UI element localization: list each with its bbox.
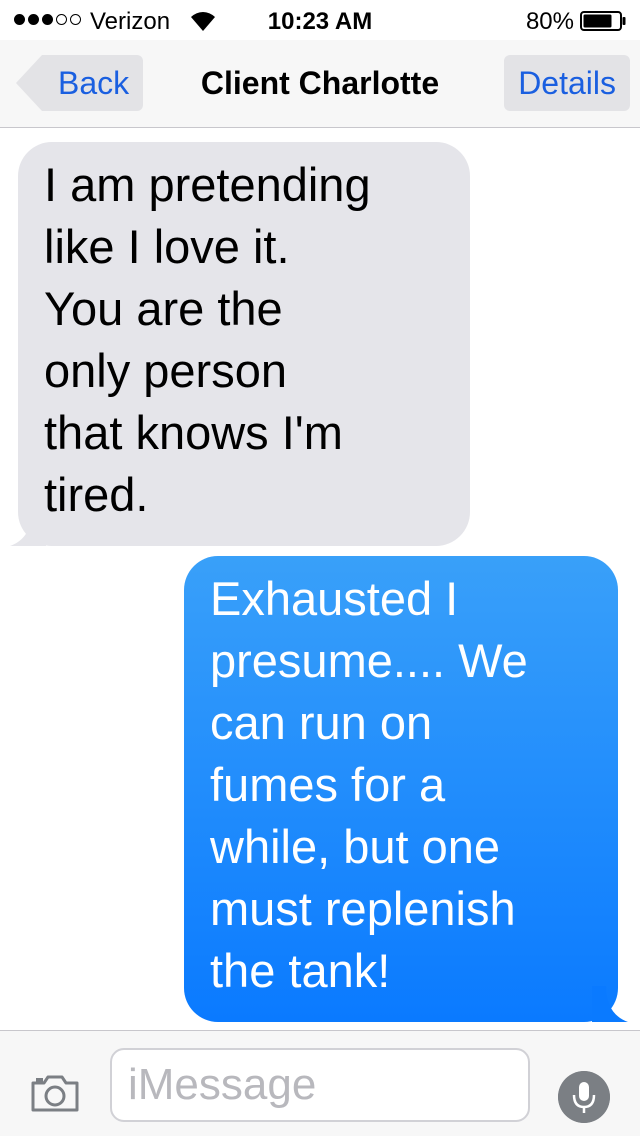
message-input[interactable]: iMessage xyxy=(110,1048,530,1122)
incoming-message[interactable]: I am pretending like I love it. You are … xyxy=(10,142,470,546)
compose-bar: iMessage xyxy=(0,1030,640,1136)
navigation-bar: Back Client Charlotte Details xyxy=(0,40,640,128)
message-list: I am pretending like I love it. You are … xyxy=(0,128,640,1030)
battery-percent: 80% xyxy=(525,8,574,35)
bubble-tail xyxy=(592,986,628,1022)
outgoing-message-text: Exhausted I presume.... We can run on fu… xyxy=(184,556,618,1022)
message-input-placeholder: iMessage xyxy=(128,1060,317,1109)
microphone-icon[interactable] xyxy=(558,1071,610,1123)
details-button[interactable]: Details xyxy=(504,55,630,111)
outgoing-message[interactable]: Exhausted I presume.... We can run on fu… xyxy=(184,556,628,1022)
incoming-message-text: I am pretending like I love it. You are … xyxy=(18,142,470,546)
bubble-tail xyxy=(10,510,46,546)
messages-screen: Verizon 10:23 AM 80% Back Client Charlot… xyxy=(0,0,640,1136)
status-bar: Verizon 10:23 AM 80% xyxy=(0,0,640,40)
battery-icon xyxy=(580,11,626,31)
camera-icon[interactable] xyxy=(30,1073,80,1113)
